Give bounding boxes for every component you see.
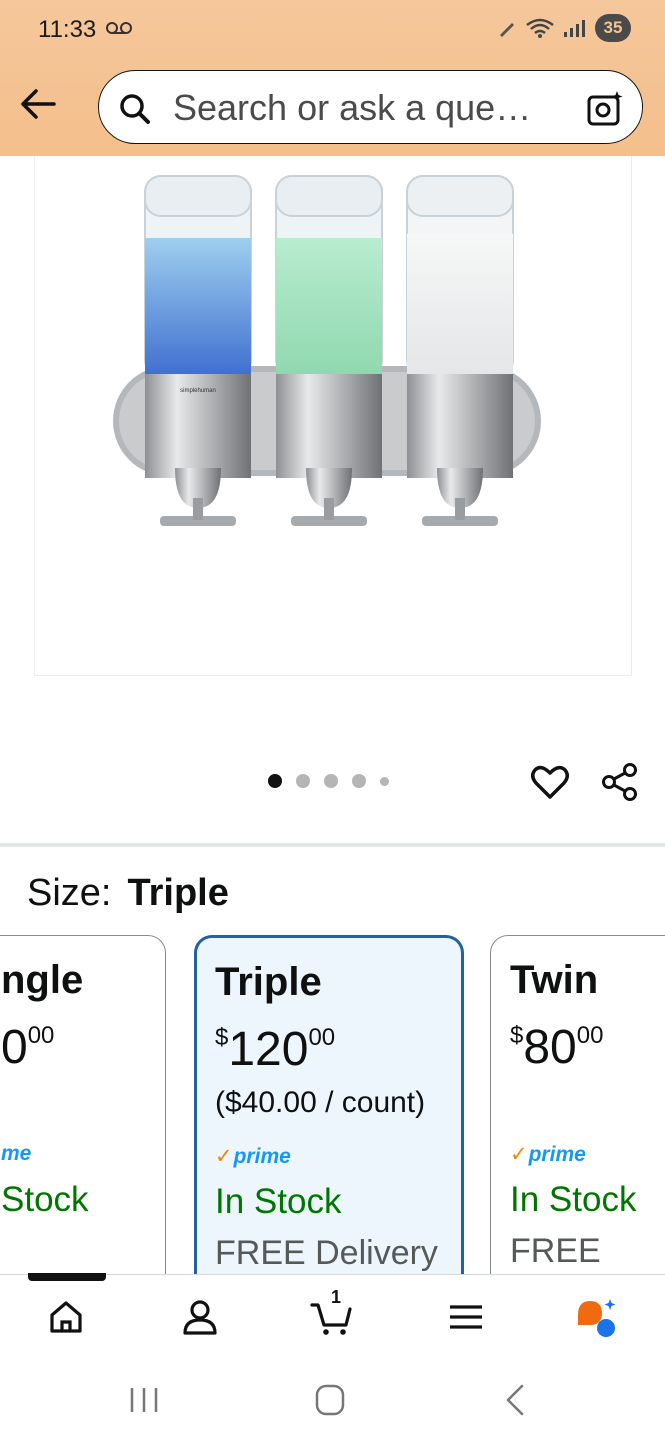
carousel-dot[interactable] (352, 774, 366, 788)
search-icon (120, 94, 150, 124)
delivery-info: FREE Delivery (215, 1234, 438, 1272)
wifi-icon (526, 18, 554, 38)
pen-icon (500, 23, 514, 37)
recent-apps-icon[interactable] (124, 1382, 164, 1418)
size-option-single[interactable]: ngle 000 me Stock (0, 935, 166, 1295)
delivery-info: FREE (510, 1232, 601, 1270)
menu-icon[interactable] (444, 1295, 488, 1339)
carousel-dots[interactable] (268, 774, 389, 788)
prime-badge: ✓prime (510, 1143, 586, 1166)
size-label: Size: (27, 872, 112, 914)
heart-icon[interactable] (530, 762, 570, 802)
size-selector-label: Size: Triple (27, 872, 229, 915)
battery-indicator: 35 (595, 14, 631, 42)
camera-search-icon[interactable] (586, 89, 624, 127)
size-option-twin[interactable]: Twin $8000 ✓prime In Stock FREE (490, 935, 665, 1295)
option-price: $8000 (510, 1021, 604, 1074)
bottom-nav: 1 (0, 1273, 665, 1360)
voicemail-icon (106, 22, 132, 34)
status-time: 11:33 (38, 16, 97, 43)
option-title: Twin (510, 958, 599, 1002)
rufus-assistant-icon[interactable] (574, 1295, 618, 1339)
search-input[interactable]: Search or ask a que… (173, 87, 531, 129)
home-icon[interactable] (44, 1295, 88, 1339)
soap-dispenser-image: simplehuman (113, 175, 541, 526)
option-title: Triple (215, 960, 322, 1004)
size-value: Triple (127, 872, 229, 914)
carousel-dot[interactable] (380, 776, 389, 786)
carousel-dot[interactable] (296, 774, 310, 788)
option-price: 000 (1, 1021, 55, 1074)
size-option-triple[interactable]: Triple $12000 ($40.00 / count) ✓prime In… (194, 935, 464, 1295)
stock-status: Stock (1, 1180, 89, 1219)
product-image[interactable]: simplehuman (34, 156, 632, 676)
brand-label: simplehuman (180, 388, 216, 394)
prime-check-icon: ✓ (510, 1143, 528, 1166)
prime-check-icon: ✓ (215, 1145, 233, 1168)
back-arrow-icon[interactable] (18, 86, 58, 122)
cart-count: 1 (331, 1287, 342, 1307)
section-divider (0, 843, 665, 847)
carousel-dot[interactable] (324, 774, 338, 788)
system-nav-bar (0, 1360, 665, 1440)
product-page: 11:33 35 Search or ask a que… simplehuma… (0, 0, 665, 1440)
system-back-icon[interactable] (496, 1382, 536, 1418)
option-title: ngle (1, 958, 84, 1002)
search-bar[interactable]: Search or ask a que… (98, 70, 643, 144)
status-bar: 11:33 35 (0, 0, 665, 60)
account-icon[interactable] (178, 1295, 222, 1339)
status-icons: 35 (497, 14, 631, 42)
stock-status: In Stock (215, 1182, 342, 1221)
stock-status: In Stock (510, 1180, 637, 1219)
unit-price: ($40.00 / count) (215, 1086, 426, 1119)
carousel-dot[interactable] (268, 774, 282, 788)
prime-badge: me (1, 1142, 32, 1165)
cart-button[interactable]: 1 (310, 1287, 354, 1339)
option-price: $12000 (215, 1023, 336, 1076)
home-button-icon[interactable] (310, 1382, 350, 1418)
header: 11:33 35 Search or ask a que… (0, 0, 665, 156)
active-tab-indicator (28, 1273, 106, 1281)
signal-icon (564, 20, 585, 37)
prime-badge: ✓prime (215, 1145, 291, 1168)
share-icon[interactable] (600, 762, 640, 802)
